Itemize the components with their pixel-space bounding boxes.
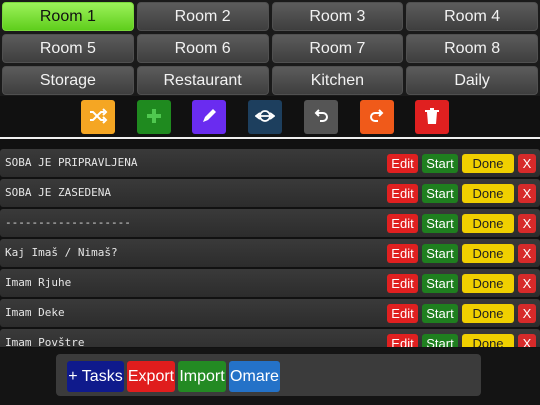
delete-button[interactable]: X bbox=[518, 154, 536, 173]
task-row: SOBA JE PRIPRAVLJENA Edit Start Done X bbox=[0, 149, 540, 177]
task-row: SOBA JE ZASEDENA Edit Start Done X bbox=[0, 179, 540, 207]
edit-button[interactable]: Edit bbox=[387, 184, 418, 203]
task-row: ------------------- Edit Start Done X bbox=[0, 209, 540, 237]
task-text: Kaj Imaš / Nimaš? bbox=[5, 246, 118, 259]
delete-button[interactable]: X bbox=[518, 214, 536, 233]
start-button[interactable]: Start bbox=[422, 184, 458, 203]
daily-button[interactable]: Daily bbox=[406, 66, 538, 95]
room-1-button[interactable]: Room 1 bbox=[2, 2, 134, 31]
add-button[interactable] bbox=[137, 100, 171, 134]
room-3-button[interactable]: Room 3 bbox=[271, 2, 404, 31]
kitchen-button[interactable]: Kitchen bbox=[271, 66, 404, 95]
done-button[interactable]: Done bbox=[462, 334, 514, 347]
start-button[interactable]: Start bbox=[422, 304, 458, 323]
done-button[interactable]: Done bbox=[462, 304, 514, 323]
task-text: Imam Povštre bbox=[5, 336, 85, 347]
add-tasks-button[interactable]: + Tasks bbox=[67, 361, 124, 392]
done-button[interactable]: Done bbox=[462, 214, 514, 233]
task-text: Imam Deke bbox=[5, 306, 65, 319]
undo-button[interactable] bbox=[304, 100, 338, 134]
shuffle-icon bbox=[88, 106, 108, 129]
start-button[interactable]: Start bbox=[422, 214, 458, 233]
omare-button[interactable]: Omare bbox=[229, 361, 280, 392]
trash-icon bbox=[422, 106, 442, 129]
bottom-bar: + Tasks Export Import Omare bbox=[0, 348, 540, 405]
room-8-button[interactable]: Room 8 bbox=[406, 34, 538, 63]
delete-button[interactable]: X bbox=[518, 274, 536, 293]
delete-button[interactable]: X bbox=[518, 334, 536, 347]
move-arrows-icon bbox=[254, 106, 276, 129]
edit-button[interactable]: Edit bbox=[387, 214, 418, 233]
undo-icon bbox=[311, 106, 331, 129]
edit-mode-button[interactable] bbox=[192, 100, 226, 134]
shuffle-button[interactable] bbox=[81, 100, 115, 134]
task-list: SOBA JE PRIPRAVLJENA Edit Start Done X S… bbox=[0, 147, 540, 347]
trash-button[interactable] bbox=[415, 100, 449, 134]
start-button[interactable]: Start bbox=[422, 274, 458, 293]
task-row: Kaj Imaš / Nimaš? Edit Start Done X bbox=[0, 239, 540, 267]
restaurant-button[interactable]: Restaurant bbox=[136, 66, 269, 95]
room-4-button[interactable]: Room 4 bbox=[406, 2, 538, 31]
task-row: Imam Deke Edit Start Done X bbox=[0, 299, 540, 327]
delete-button[interactable]: X bbox=[518, 244, 536, 263]
redo-button[interactable] bbox=[360, 100, 394, 134]
task-text: Imam Rjuhe bbox=[5, 276, 72, 289]
done-button[interactable]: Done bbox=[462, 274, 514, 293]
room-6-button[interactable]: Room 6 bbox=[136, 34, 269, 63]
start-button[interactable]: Start bbox=[422, 244, 458, 263]
start-button[interactable]: Start bbox=[422, 334, 458, 347]
edit-button[interactable]: Edit bbox=[387, 274, 418, 293]
room-2-button[interactable]: Room 2 bbox=[136, 2, 269, 31]
edit-button[interactable]: Edit bbox=[387, 334, 418, 347]
move-button[interactable] bbox=[248, 100, 282, 134]
room-selector: Room 1 Room 2 Room 3 Room 4 Room 5 Room … bbox=[0, 0, 540, 96]
storage-button[interactable]: Storage bbox=[2, 66, 134, 95]
room-7-button[interactable]: Room 7 bbox=[271, 34, 404, 63]
task-text: SOBA JE ZASEDENA bbox=[5, 186, 111, 199]
task-row: Imam Povštre Edit Start Done X bbox=[0, 329, 540, 347]
import-button[interactable]: Import bbox=[178, 361, 226, 392]
edit-button[interactable]: Edit bbox=[387, 154, 418, 173]
done-button[interactable]: Done bbox=[462, 244, 514, 263]
divider bbox=[0, 137, 540, 139]
start-button[interactable]: Start bbox=[422, 154, 458, 173]
task-row: Imam Rjuhe Edit Start Done X bbox=[0, 269, 540, 297]
redo-icon bbox=[367, 106, 387, 129]
delete-button[interactable]: X bbox=[518, 184, 536, 203]
export-button[interactable]: Export bbox=[127, 361, 175, 392]
edit-button[interactable]: Edit bbox=[387, 244, 418, 263]
task-text: SOBA JE PRIPRAVLJENA bbox=[5, 156, 138, 169]
task-text: ------------------- bbox=[5, 216, 131, 229]
plus-icon bbox=[144, 106, 164, 129]
edit-button[interactable]: Edit bbox=[387, 304, 418, 323]
done-button[interactable]: Done bbox=[462, 184, 514, 203]
toolbar bbox=[0, 97, 540, 137]
pencil-icon bbox=[199, 106, 219, 129]
done-button[interactable]: Done bbox=[462, 154, 514, 173]
room-5-button[interactable]: Room 5 bbox=[2, 34, 134, 63]
delete-button[interactable]: X bbox=[518, 304, 536, 323]
